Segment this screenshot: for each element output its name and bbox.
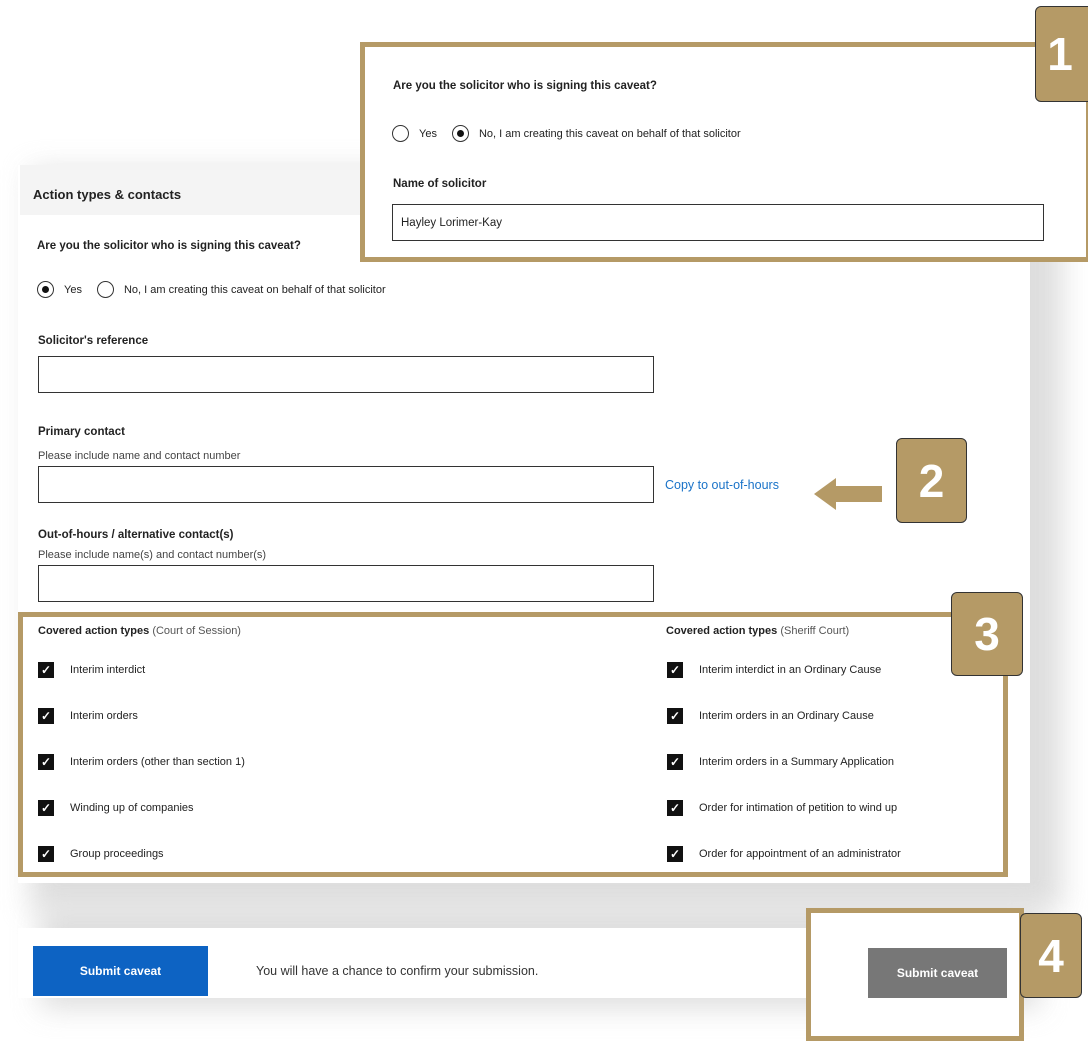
- reference-label: Solicitor's reference: [38, 335, 149, 347]
- arrow-left-icon: [814, 478, 882, 510]
- solicitor-radio-group: Yes No, I am creating this caveat on beh…: [37, 281, 401, 298]
- radio-no-label: No, I am creating this caveat on behalf …: [123, 283, 386, 296]
- out-of-hours-hint: Please include name(s) and contact numbe…: [38, 549, 267, 561]
- panel-title: Action types & contacts: [33, 187, 182, 202]
- solicitor-question: Are you the solicitor who is signing thi…: [37, 240, 301, 252]
- primary-contact-hint: Please include name and contact number: [38, 450, 241, 462]
- badge-2: 2: [896, 438, 967, 523]
- submit-caveat-button[interactable]: Submit caveat: [33, 946, 208, 996]
- out-of-hours-input[interactable]: [38, 565, 654, 602]
- badge-4: 4: [1020, 913, 1082, 998]
- out-of-hours-label: Out-of-hours / alternative contact(s): [38, 529, 234, 541]
- callout-radio-group: Yes No, I am creating this caveat on beh…: [392, 125, 756, 142]
- submit-note: You will have a chance to confirm your s…: [256, 964, 539, 978]
- primary-contact-input[interactable]: [38, 466, 654, 503]
- solicitor-name-label: Name of solicitor: [393, 178, 487, 190]
- callout-radio-no-label: No, I am creating this caveat on behalf …: [478, 127, 741, 140]
- radio-no[interactable]: [96, 281, 114, 298]
- callout-radio-no[interactable]: [451, 125, 469, 142]
- callout-disabled-submit: Submit caveat: [806, 908, 1024, 1041]
- callout-solicitor-details: Are you the solicitor who is signing thi…: [360, 42, 1088, 262]
- submit-caveat-disabled-button: Submit caveat: [868, 948, 1007, 998]
- solicitor-name-input[interactable]: [392, 204, 1044, 241]
- callout-solicitor-question: Are you the solicitor who is signing thi…: [393, 80, 657, 92]
- reference-input[interactable]: [38, 356, 654, 393]
- radio-yes[interactable]: [37, 281, 54, 298]
- radio-yes-label: Yes: [64, 283, 82, 296]
- copy-to-out-of-hours-link[interactable]: Copy to out-of-hours: [665, 478, 779, 492]
- callout-radio-yes[interactable]: [392, 125, 409, 142]
- primary-contact-label: Primary contact: [38, 426, 125, 438]
- action-types-highlight-frame: [18, 612, 1008, 877]
- badge-3: 3: [951, 592, 1023, 676]
- badge-1: 1: [1035, 6, 1088, 102]
- callout-radio-yes-label: Yes: [419, 127, 437, 140]
